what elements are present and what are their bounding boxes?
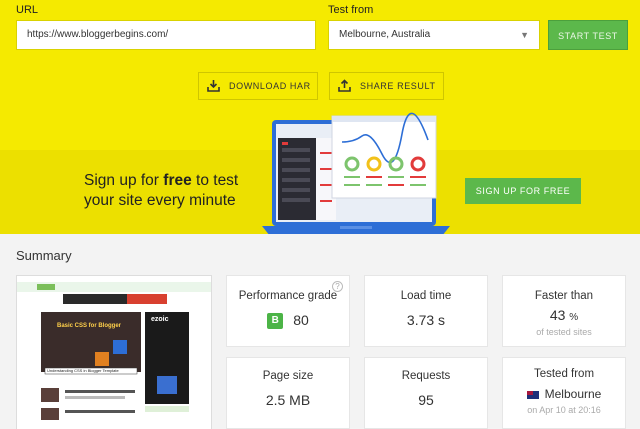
page-size-value: 2.5 MB [265, 392, 311, 408]
test-header: URL Test from https://www.bloggerbegins.… [0, 0, 640, 234]
screenshot-image [17, 276, 211, 429]
laptop-illustration [262, 112, 450, 234]
signup-free-button[interactable]: SIGN UP FOR FREE [465, 178, 581, 204]
requests-card: Requests 95 [364, 357, 488, 429]
load-time-value: 3.73 s [406, 312, 446, 328]
faster-than-card: Faster than 43 % of tested sites [502, 275, 626, 347]
grade-badge: B [267, 313, 284, 330]
faster-than-title: Faster than [534, 290, 594, 302]
performance-grade-card: ? Performance grade B 80 [226, 275, 350, 347]
performance-grade-title: Performance grade [238, 290, 338, 302]
promo-line-2: your site every minute [84, 192, 236, 209]
summary-title: Summary [16, 248, 72, 263]
faster-than-unit: % [569, 312, 579, 323]
promo-line-1: Sign up for free to test [84, 172, 239, 189]
performance-score: 80 [293, 312, 309, 328]
performance-grade-value: B 80 [227, 312, 349, 330]
screenshot-heading: Basic CSS for Blogger [57, 323, 122, 329]
page-screenshot[interactable]: Basic CSS for Blogger ezoic Understandin… [16, 275, 212, 429]
load-time-card: Load time 3.73 s [364, 275, 488, 347]
page-size-card: Page size 2.5 MB [226, 357, 350, 429]
screenshot-caption: Understanding CSS in Blogger Template [47, 368, 119, 373]
tested-from-card: Tested from Melbourne on Apr 10 at 20:16 [502, 357, 626, 429]
location-select[interactable]: Melbourne, Australia ▼ [328, 20, 540, 50]
download-icon [207, 80, 220, 92]
tested-from-city: Melbourne [544, 387, 602, 401]
download-har-button[interactable]: DOWNLOAD HAR [198, 72, 318, 100]
tested-from-date: on Apr 10 at 20:16 [527, 405, 601, 415]
share-result-button[interactable]: SHARE RESULT [329, 72, 444, 100]
requests-value: 95 [418, 392, 434, 408]
page-size-title: Page size [262, 370, 314, 382]
download-har-label: DOWNLOAD HAR [229, 81, 311, 91]
chevron-down-icon: ▼ [520, 30, 529, 40]
screenshot-brand: ezoic [151, 316, 169, 323]
faster-than-value: 43 % [503, 307, 625, 323]
url-input[interactable]: https://www.bloggerbegins.com/ [16, 20, 316, 50]
start-test-button[interactable]: START TEST [548, 20, 628, 50]
faster-than-number: 43 [549, 307, 566, 323]
tested-from-value: Melbourne [503, 387, 625, 401]
test-from-label: Test from [328, 4, 374, 16]
signup-promo-text: Sign up for free to test your site every… [84, 171, 238, 211]
promo-free: free [163, 172, 192, 189]
requests-title: Requests [401, 370, 451, 382]
url-label: URL [16, 4, 39, 16]
tested-from-title: Tested from [533, 368, 595, 380]
australia-flag-icon [526, 390, 539, 399]
faster-than-sub: of tested sites [536, 327, 592, 337]
share-result-label: SHARE RESULT [360, 81, 436, 91]
load-time-title: Load time [400, 290, 452, 302]
location-value: Melbourne, Australia [339, 29, 431, 40]
share-icon [338, 79, 351, 92]
